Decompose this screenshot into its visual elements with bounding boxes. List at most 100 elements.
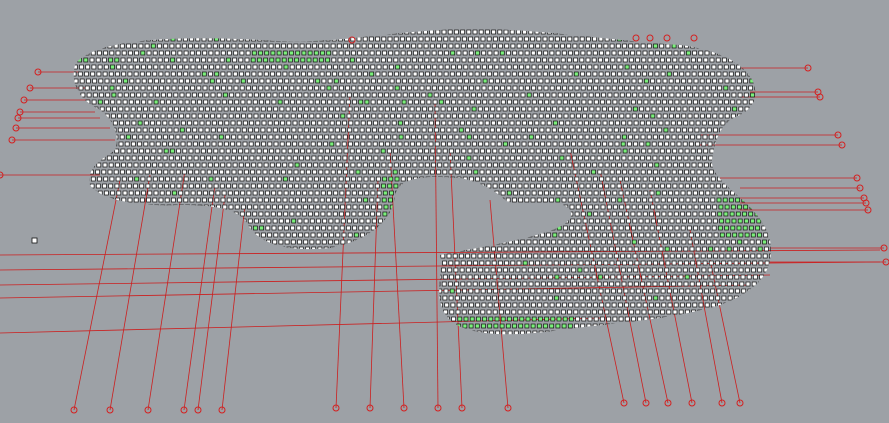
grid-point xyxy=(574,302,580,308)
grid-point xyxy=(680,99,686,105)
grid-point xyxy=(689,141,694,147)
grid-point xyxy=(711,85,716,91)
grid-point xyxy=(190,99,196,105)
grid-point xyxy=(534,246,540,252)
grid-point xyxy=(599,190,605,196)
grid-point xyxy=(362,148,367,154)
grid-point xyxy=(544,64,549,70)
grid-point xyxy=(314,176,319,182)
grid-point xyxy=(709,183,715,189)
grid-point xyxy=(429,281,435,287)
grid-point xyxy=(649,211,654,217)
grid-point xyxy=(520,127,526,133)
selected-grid-point xyxy=(108,57,113,63)
grid-point xyxy=(102,71,108,77)
grid-point xyxy=(756,253,762,259)
grid-point xyxy=(334,204,339,210)
grid-point xyxy=(158,288,164,294)
grid-point xyxy=(271,225,277,231)
grid-point xyxy=(609,43,615,49)
grid-point xyxy=(166,239,172,245)
viewport-scene[interactable] xyxy=(0,0,889,423)
grid-point xyxy=(327,99,333,105)
grid-point xyxy=(542,288,548,294)
grid-point xyxy=(452,127,458,133)
grid-point xyxy=(232,183,238,189)
grid-point xyxy=(203,316,208,322)
grid-point xyxy=(504,274,510,280)
grid-point xyxy=(265,204,271,210)
grid-point xyxy=(406,323,412,329)
grid-point xyxy=(378,253,384,259)
grid-point xyxy=(343,274,349,280)
grid-point xyxy=(598,309,603,315)
grid-point xyxy=(111,127,117,133)
grid-point xyxy=(318,295,324,301)
rhino-3d-viewport[interactable] xyxy=(0,0,889,423)
grid-point xyxy=(550,64,555,70)
grid-point xyxy=(377,113,383,119)
grid-point xyxy=(78,176,84,182)
grid-point xyxy=(550,99,556,105)
grid-point xyxy=(259,239,265,245)
grid-point xyxy=(274,281,280,287)
grid-point xyxy=(657,127,663,133)
grid-point xyxy=(130,92,135,98)
grid-point xyxy=(609,260,615,266)
grid-point xyxy=(274,246,279,252)
grid-point xyxy=(676,232,682,238)
grid-point xyxy=(414,225,419,231)
grid-point xyxy=(202,197,207,203)
grid-point xyxy=(102,309,107,315)
grid-point xyxy=(501,239,507,245)
grid-point xyxy=(516,134,522,140)
grid-point xyxy=(509,267,515,273)
grid-point xyxy=(372,141,378,147)
grid-point xyxy=(616,274,622,280)
grid-point xyxy=(538,113,544,119)
grid-point xyxy=(198,92,203,98)
grid-point xyxy=(709,274,715,280)
grid-point xyxy=(633,29,639,35)
grid-point xyxy=(743,239,749,245)
grid-point xyxy=(148,113,153,119)
grid-point xyxy=(220,50,226,56)
selected-grid-point xyxy=(350,309,355,315)
grid-point xyxy=(692,176,698,182)
grid-point xyxy=(317,29,323,35)
selected-grid-point xyxy=(724,225,729,231)
grid-point xyxy=(280,134,286,140)
grid-point xyxy=(81,232,87,238)
grid-point xyxy=(242,253,247,259)
grid-point xyxy=(691,57,696,63)
grid-point xyxy=(755,190,760,196)
grid-point xyxy=(107,260,113,266)
grid-point xyxy=(374,295,380,301)
grid-point xyxy=(482,190,487,196)
grid-point xyxy=(111,330,116,335)
grid-point xyxy=(470,113,476,119)
grid-point xyxy=(688,232,694,238)
grid-point xyxy=(168,155,174,161)
grid-point xyxy=(400,323,406,329)
grid-point xyxy=(372,127,377,133)
grid-point xyxy=(656,225,661,231)
grid-point xyxy=(98,113,104,119)
grid-point xyxy=(224,281,230,287)
grid-point xyxy=(603,260,609,266)
grid-point xyxy=(769,267,771,273)
grid-point xyxy=(417,169,423,175)
grid-point xyxy=(714,120,720,126)
grid-point xyxy=(353,218,359,224)
grid-point xyxy=(204,239,209,245)
grid-point xyxy=(658,29,664,35)
grid-point xyxy=(570,253,576,259)
grid-point xyxy=(164,323,170,329)
grid-point xyxy=(547,43,553,49)
grid-point xyxy=(194,169,200,175)
grid-point xyxy=(426,99,432,105)
grid-point xyxy=(309,204,314,210)
grid-point xyxy=(408,204,414,210)
grid-point xyxy=(246,64,252,70)
grid-point xyxy=(425,197,430,203)
